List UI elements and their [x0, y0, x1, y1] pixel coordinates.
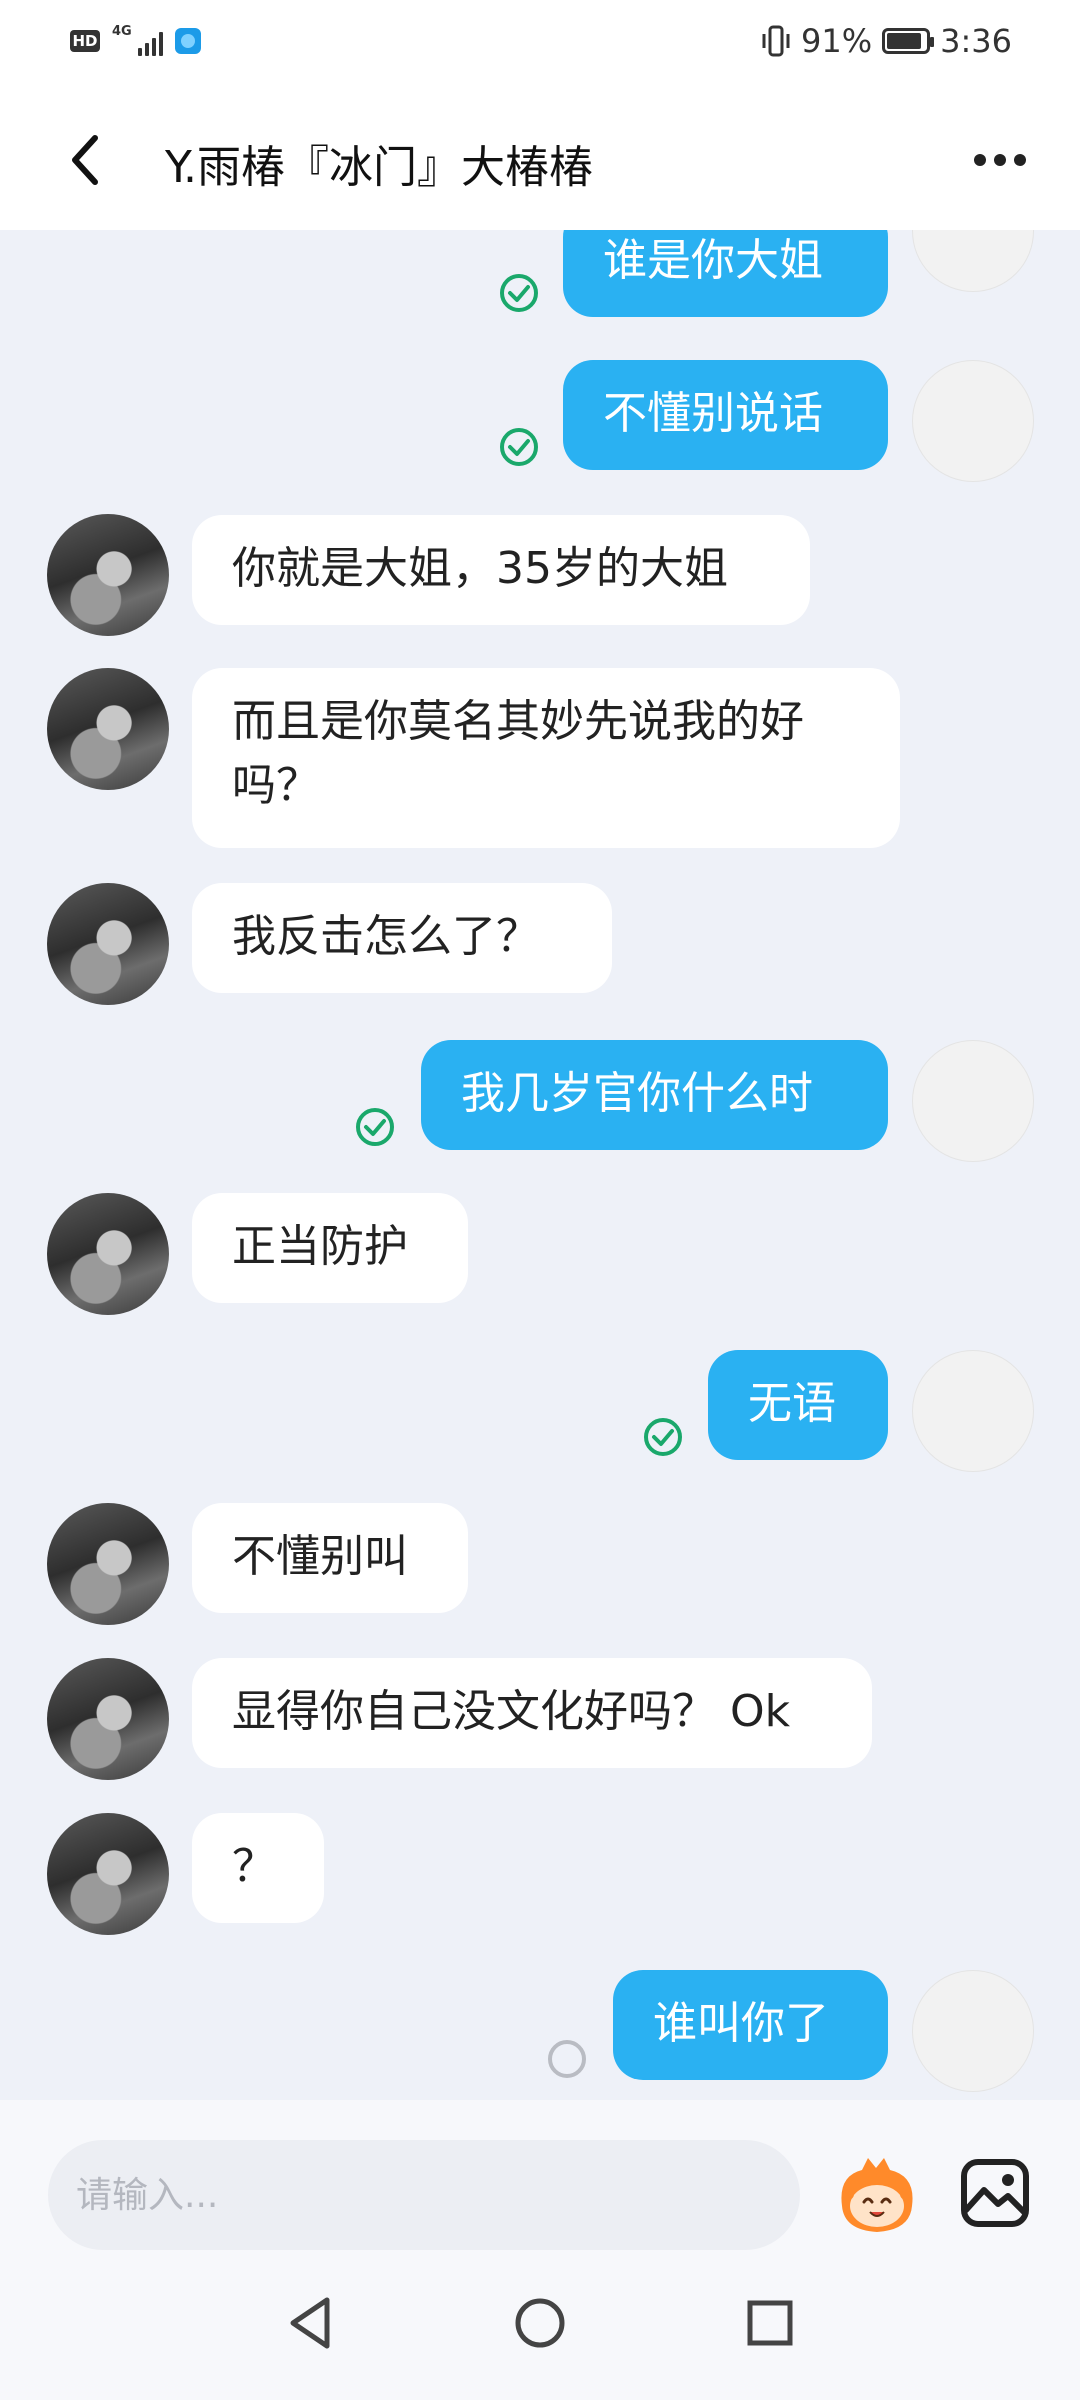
my-avatar[interactable]: [912, 1040, 1034, 1162]
message-bubble[interactable]: 我反击怎么了？: [192, 883, 612, 993]
network-type: 4G: [112, 24, 132, 39]
square-recent-icon[interactable]: [735, 2288, 805, 2358]
emoji-mascot-icon[interactable]: [832, 2156, 922, 2236]
check-circle-icon: [644, 1418, 682, 1456]
message-bubble[interactable]: 我几岁官你什么时: [421, 1040, 888, 1150]
more-dots-icon: [974, 154, 986, 166]
battery-icon: [882, 28, 935, 54]
signal-icon: 4G: [112, 24, 163, 56]
message-bubble[interactable]: 谁是你大姐: [563, 230, 888, 317]
vibrate-icon: [762, 25, 790, 57]
message-bubble[interactable]: 不懂别说话: [563, 360, 888, 470]
my-avatar[interactable]: [912, 1350, 1034, 1472]
back-arrow-icon: [72, 135, 98, 185]
message-bubble[interactable]: ？: [192, 1813, 324, 1923]
message-bubble[interactable]: 无语: [708, 1350, 888, 1460]
status-left: HD 4G: [70, 24, 201, 56]
message-bubble[interactable]: 显得你自己没文化好吗？ Ok: [192, 1658, 872, 1768]
contact-avatar[interactable]: [47, 883, 169, 1005]
more-button[interactable]: [960, 135, 1040, 185]
contact-avatar[interactable]: [47, 514, 169, 636]
circle-home-icon[interactable]: [505, 2288, 575, 2358]
check-circle-icon: [500, 274, 538, 312]
my-avatar[interactable]: [912, 1970, 1034, 2092]
message-bubble[interactable]: 谁叫你了: [613, 1970, 888, 2080]
contact-avatar[interactable]: [47, 1813, 169, 1935]
contact-avatar[interactable]: [47, 668, 169, 790]
image-icon[interactable]: [958, 2156, 1032, 2230]
message-input[interactable]: [48, 2140, 800, 2250]
check-circle-icon: [356, 1108, 394, 1146]
system-nav-bar: [0, 2250, 1080, 2400]
contact-avatar[interactable]: [47, 1503, 169, 1625]
message-list[interactable]: 谁是你大姐 不懂别说话 你就是大姐，35岁的大姐 而且是你莫名其妙先说我的好吗？…: [0, 230, 1080, 2100]
message-bubble[interactable]: 正当防护: [192, 1193, 468, 1303]
my-avatar[interactable]: [912, 230, 1034, 292]
chat-header: Y.雨椿『冰门』大椿椿: [0, 95, 1080, 230]
message-bubble[interactable]: 而且是你莫名其妙先说我的好吗？: [192, 668, 900, 848]
status-right: 91% 3:36: [761, 22, 1012, 60]
pending-circle-icon: [548, 2040, 586, 2078]
back-button[interactable]: [50, 125, 120, 195]
contact-avatar[interactable]: [47, 1193, 169, 1315]
my-avatar[interactable]: [912, 360, 1034, 482]
app-notification-icon: [175, 28, 201, 54]
triangle-back-icon[interactable]: [275, 2288, 345, 2358]
input-bar: [0, 2100, 1080, 2250]
battery-percent: 91%: [801, 22, 873, 60]
contact-avatar[interactable]: [47, 1658, 169, 1780]
message-bubble[interactable]: 你就是大姐，35岁的大姐: [192, 515, 810, 625]
status-bar: HD 4G 91% 3:36: [0, 0, 1080, 95]
check-circle-icon: [500, 428, 538, 466]
chat-title: Y.雨椿『冰门』大椿椿: [165, 142, 593, 193]
hd-badge: HD: [70, 30, 100, 52]
message-bubble[interactable]: 不懂别叫: [192, 1503, 468, 1613]
clock: 3:36: [940, 22, 1012, 60]
